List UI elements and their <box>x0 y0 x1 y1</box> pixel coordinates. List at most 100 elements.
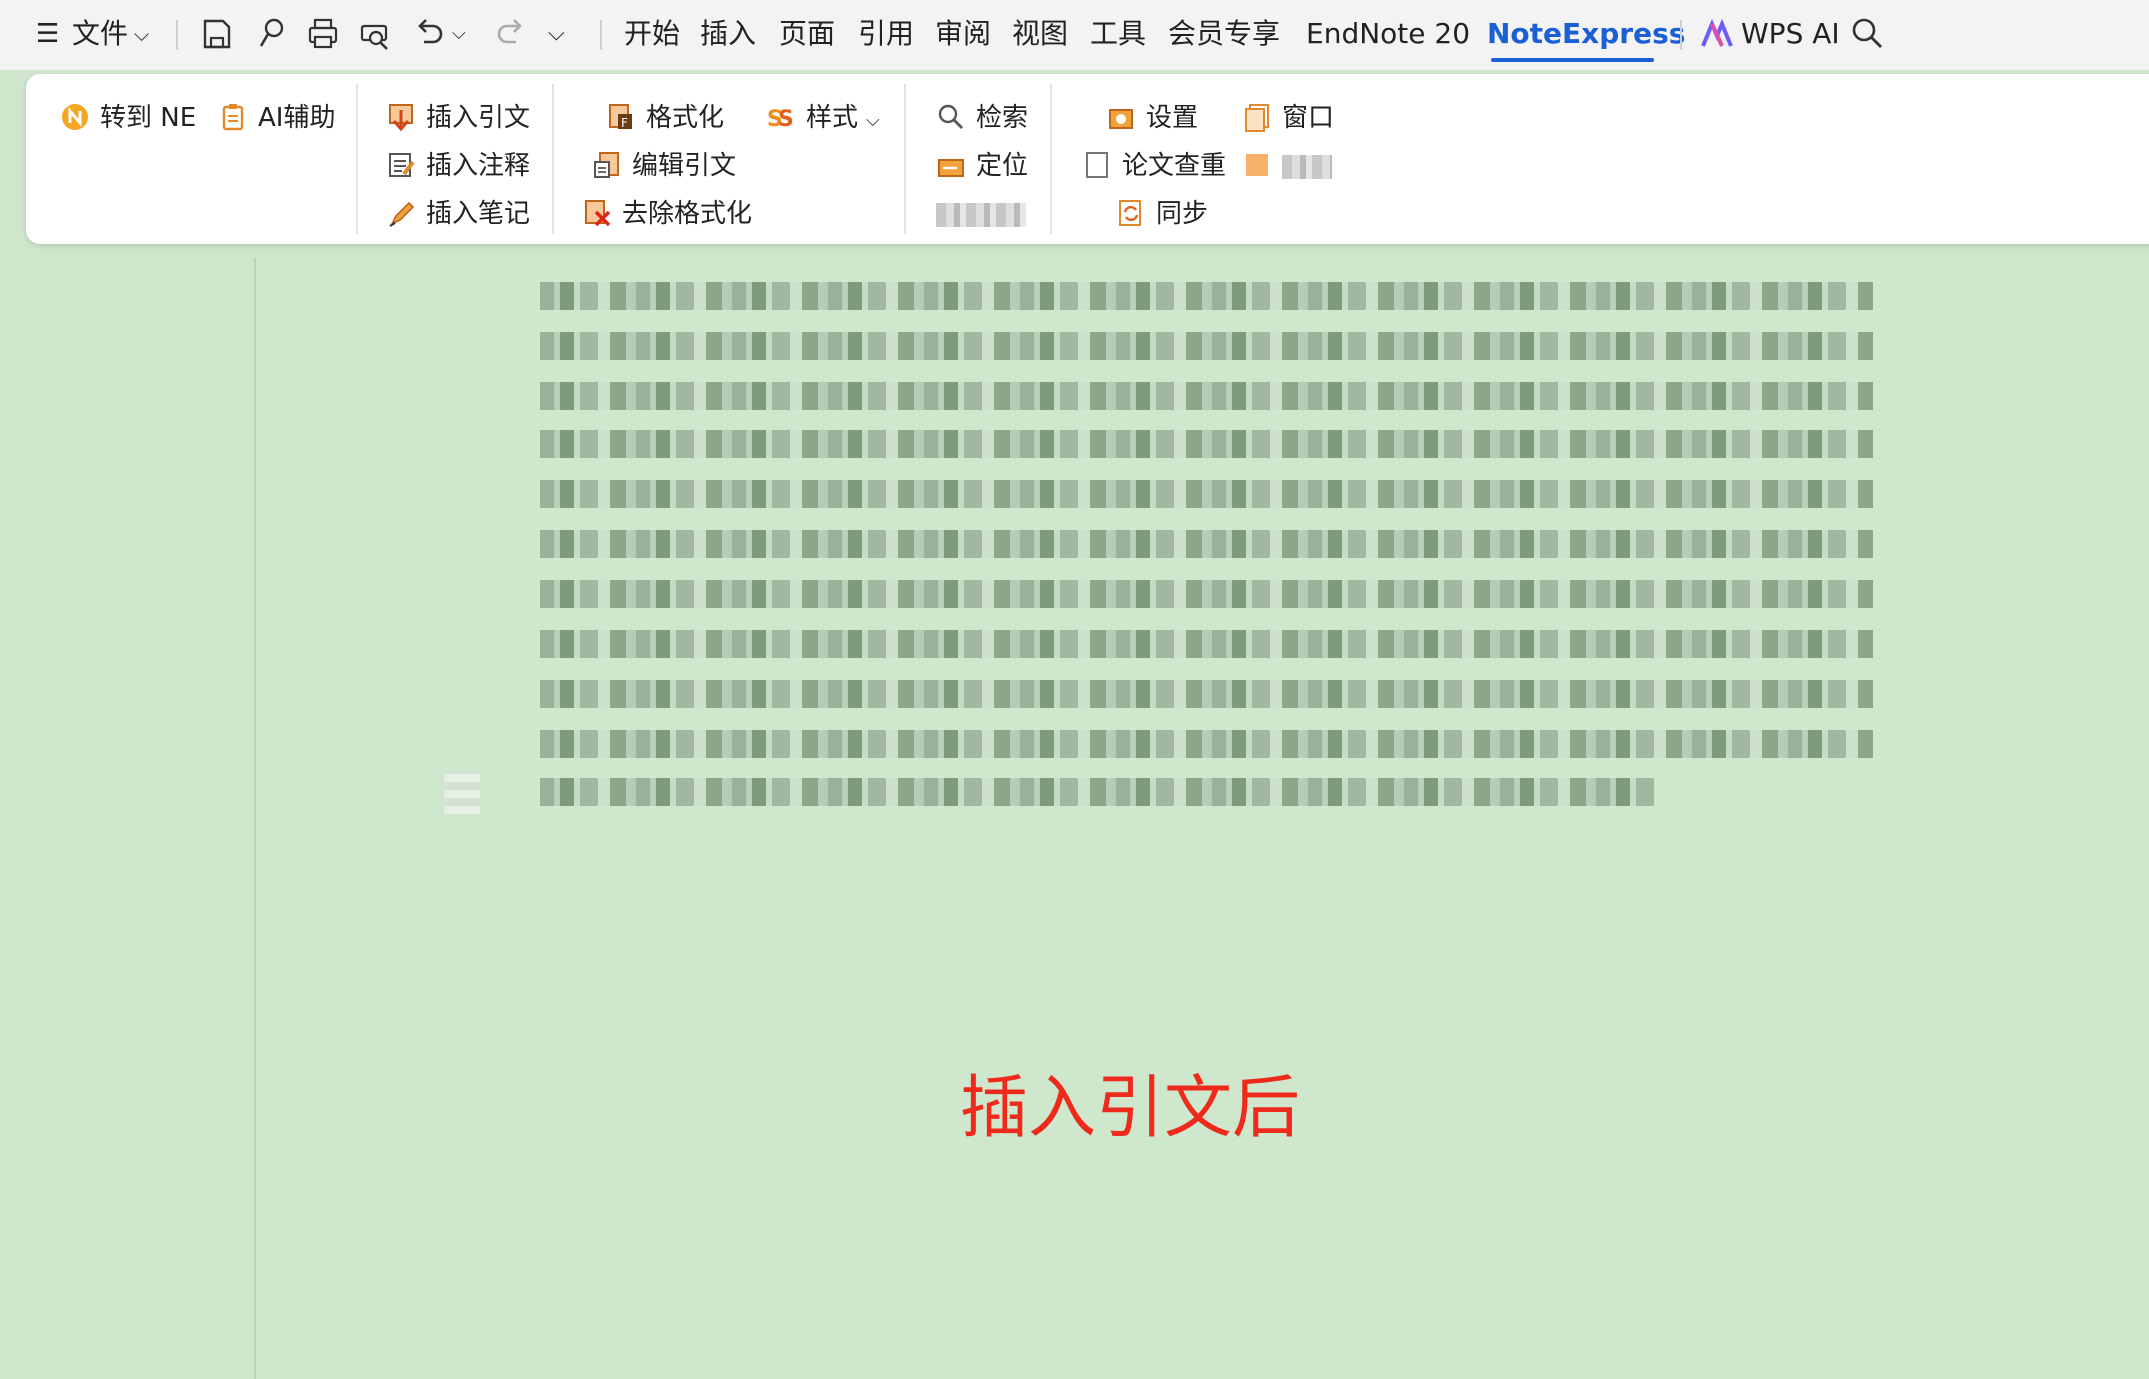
file-menu[interactable]: 文件 <box>72 14 128 54</box>
insert-note-button[interactable]: 插入注释 <box>386 146 530 186</box>
chevron-down-icon: ⌵ <box>866 110 880 131</box>
sync-label: 同步 <box>1156 199 1209 229</box>
hamburger-icon[interactable]: ☰ <box>36 14 59 54</box>
svg-text:F: F <box>621 116 628 130</box>
undo-icon[interactable] <box>412 16 446 52</box>
more-chevron-icon[interactable]: ⌵ <box>548 14 565 54</box>
paragraph-marker <box>444 770 480 814</box>
format-icon: F <box>609 103 632 130</box>
edit-citation-button[interactable]: 编辑引文 <box>592 146 736 186</box>
window-icon <box>1245 103 1269 132</box>
format-button[interactable]: F 格式化 <box>606 98 724 138</box>
insert-citation-button[interactable]: 插入引文 <box>386 98 530 138</box>
group-divider <box>356 84 358 234</box>
obscured-label-2 <box>1282 154 1332 179</box>
to-ne-label: 转到 NE <box>100 103 197 133</box>
print-preview-icon[interactable] <box>358 16 392 52</box>
print-icon[interactable] <box>306 16 340 52</box>
paper-check-label: 论文查重 <box>1122 151 1227 181</box>
window-label: 窗口 <box>1282 103 1335 133</box>
redacted-text-line <box>540 430 1873 458</box>
settings-label: 设置 <box>1146 103 1199 133</box>
divider <box>176 20 178 50</box>
edit-citation-icon <box>594 151 619 178</box>
document-icon <box>1086 151 1108 178</box>
tab-review[interactable]: 审阅 <box>935 14 991 54</box>
redacted-text-line <box>540 332 1873 360</box>
menu-bar: ☰ 文件 ⌵ ⌵ ⌵ 开始 插入 页面 引用 审阅 视图 工具 会员专享 End… <box>0 0 2149 70</box>
search-label: 检索 <box>976 103 1029 133</box>
tab-endnote[interactable]: EndNote 20 <box>1306 14 1470 54</box>
group-divider <box>904 84 906 234</box>
tab-references[interactable]: 引用 <box>858 14 914 54</box>
edit-citation-label: 编辑引文 <box>632 151 737 181</box>
obscured-label <box>936 202 1026 227</box>
locate-icon <box>938 158 964 177</box>
tab-tools[interactable]: 工具 <box>1090 14 1146 54</box>
redacted-text-line <box>540 680 1873 708</box>
insert-citation-label: 插入引文 <box>426 103 531 133</box>
redacted-text-line <box>540 630 1873 658</box>
insert-memo-button[interactable]: 插入笔记 <box>386 194 530 234</box>
insert-note-label: 插入注释 <box>426 151 531 181</box>
noteexpress-ribbon: 转到 NE AI辅助 插入引文 插入注释 插入笔记 F 格式化 S S 样式 ⌵… <box>26 74 2149 244</box>
search-icon[interactable] <box>1850 16 1884 52</box>
insert-note-icon <box>389 152 415 177</box>
active-tab-indicator <box>1491 58 1654 62</box>
magnifier-icon <box>938 104 963 129</box>
document-page[interactable] <box>256 258 2149 1379</box>
paper-check-button[interactable]: 论文查重 <box>1082 146 1226 186</box>
to-ne-button[interactable]: 转到 NE <box>60 98 196 138</box>
redacted-text-line <box>540 382 1873 410</box>
group-divider <box>1050 84 1052 234</box>
tab-view[interactable]: 视图 <box>1012 14 1068 54</box>
search-button[interactable]: 检索 <box>936 98 1028 138</box>
insert-citation-icon <box>389 103 413 131</box>
tab-member[interactable]: 会员专享 <box>1168 14 1280 54</box>
style-label: 样式 <box>806 103 859 133</box>
undo-dropdown-icon[interactable]: ⌵ <box>452 14 466 54</box>
group-divider <box>552 84 554 234</box>
wps-ai-icon[interactable] <box>1700 18 1734 54</box>
remove-format-button[interactable]: 去除格式化 <box>582 194 752 234</box>
locate-button[interactable]: 定位 <box>936 146 1028 186</box>
tab-noteexpress[interactable]: NoteExpress <box>1487 14 1685 54</box>
locate-label: 定位 <box>976 151 1029 181</box>
pencil-icon <box>389 201 415 227</box>
style-icon: S S <box>767 107 794 132</box>
obscured-button-2[interactable] <box>1242 146 1332 186</box>
redo-icon[interactable] <box>494 16 528 52</box>
format-label: 格式化 <box>646 103 725 133</box>
style-dropdown[interactable]: S S 样式 ⌵ <box>766 98 880 138</box>
annotation-caption: 插入引文后 <box>960 1069 1301 1148</box>
divider <box>600 20 602 50</box>
ai-assist-button[interactable]: AI辅助 <box>218 98 335 138</box>
tab-insert[interactable]: 插入 <box>700 14 756 54</box>
tab-page[interactable]: 页面 <box>779 14 835 54</box>
orange-square-icon <box>1246 153 1268 176</box>
chevron-down-icon[interactable]: ⌵ <box>134 14 149 54</box>
settings-button[interactable]: 设置 <box>1106 98 1198 138</box>
tab-start[interactable]: 开始 <box>624 14 680 54</box>
window-button[interactable]: 窗口 <box>1242 98 1334 138</box>
settings-icon <box>1109 108 1133 129</box>
format-painter-icon[interactable] <box>254 16 288 52</box>
redacted-text-line <box>540 730 1873 758</box>
redacted-text-line <box>540 480 1873 508</box>
redacted-text-line <box>540 580 1873 608</box>
remove-format-label: 去除格式化 <box>622 199 753 229</box>
svg-text:S: S <box>778 107 794 132</box>
divider <box>1680 20 1682 50</box>
wps-ai-label[interactable]: WPS AI <box>1741 14 1840 54</box>
redacted-text-line <box>540 282 1873 310</box>
sync-button[interactable]: 同步 <box>1116 194 1208 234</box>
redacted-text-line <box>540 530 1873 558</box>
insert-memo-label: 插入笔记 <box>426 199 531 229</box>
obscured-button[interactable] <box>936 194 1026 234</box>
noteexpress-logo-icon <box>62 103 88 130</box>
redacted-text-line <box>540 778 1655 806</box>
remove-format-icon <box>585 199 611 226</box>
save-icon[interactable] <box>200 16 234 52</box>
clipboard-icon <box>222 103 244 130</box>
sync-icon <box>1119 199 1141 226</box>
